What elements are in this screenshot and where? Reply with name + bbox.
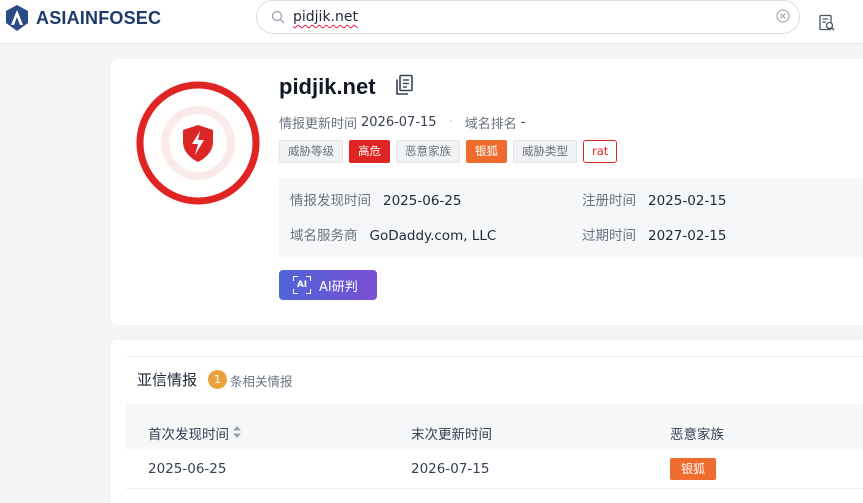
table-row-divider [126, 488, 863, 489]
brand-logo-icon [6, 5, 28, 31]
discover-time-label: 情报发现时间 [290, 193, 371, 209]
tag-threat-level-label: 威胁等级 [279, 140, 343, 163]
domain-meta: 情报更新时间 2026-07-15 · 域名排名 - [279, 113, 525, 132]
search-bar[interactable]: pidjik.net [256, 0, 800, 34]
intel-count-text: 条相关情报 [230, 374, 293, 389]
ai-analysis-label: AI研判 [319, 279, 358, 295]
intel-divider [126, 356, 863, 357]
expire-time-label: 过期时间 [582, 228, 636, 244]
expire-time: 过期时间 2027-02-15 [582, 224, 726, 244]
domain-rank-label: 域名排名 [464, 117, 517, 132]
tag-threat-type-value: rat [583, 140, 618, 163]
update-time-label: 情报更新时间 [279, 117, 358, 132]
registrar-label: 域名服务商 [290, 228, 358, 244]
discover-time: 情报发现时间 2025-06-25 [290, 189, 461, 209]
copy-icon[interactable] [394, 74, 414, 96]
sort-icon[interactable] [232, 425, 242, 439]
register-time: 注册时间 2025-02-15 [582, 189, 726, 209]
brand-logo[interactable]: ASIAINFOSEC [4, 4, 161, 32]
update-time-value: 2026-07-15 [361, 115, 437, 130]
column-last-update: 末次更新时间 [411, 427, 492, 443]
domain-rank-value: - [520, 115, 526, 130]
ai-analysis-button[interactable]: AI AI研判 [279, 270, 377, 300]
expire-time-value: 2027-02-15 [648, 228, 727, 244]
register-time-value: 2025-02-15 [648, 193, 727, 209]
tag-malware-family-value: 银狐 [466, 140, 507, 163]
report-search-icon[interactable] [818, 14, 836, 32]
tag-list: 威胁等级 高危 恶意家族 银狐 威胁类型 rat [279, 140, 618, 163]
tag-threat-type-label: 威胁类型 [513, 140, 577, 163]
tag-threat-level-value: 高危 [349, 140, 390, 163]
column-malware-family: 恶意家族 [670, 427, 724, 443]
domain-title: pidjik.net [279, 74, 376, 99]
ai-icon: AI [293, 276, 311, 294]
threat-shield-icon [134, 79, 262, 207]
clear-icon[interactable] [776, 9, 790, 23]
registrar: 域名服务商 GoDaddy.com, LLC [290, 224, 496, 244]
search-icon [271, 10, 285, 24]
search-input[interactable]: pidjik.net [293, 9, 358, 25]
row-last-update: 2026-07-15 [411, 461, 490, 477]
intel-count-badge: 1 [208, 370, 227, 389]
register-time-label: 注册时间 [582, 193, 636, 209]
meta-separator: · [448, 115, 453, 130]
top-bar: ASIAINFOSEC pidjik.net [0, 0, 863, 44]
brand-name: ASIAINFOSEC [36, 7, 162, 28]
discover-time-value: 2025-06-25 [383, 193, 462, 209]
row-malware-family-tag: 银狐 [670, 458, 716, 480]
intel-section-title: 亚信情报 [137, 371, 198, 389]
registrar-value: GoDaddy.com, LLC [369, 228, 497, 244]
row-first-seen: 2025-06-25 [148, 461, 227, 477]
tag-malware-family-label: 恶意家族 [396, 140, 460, 163]
column-first-seen[interactable]: 首次发现时间 [148, 423, 229, 443]
